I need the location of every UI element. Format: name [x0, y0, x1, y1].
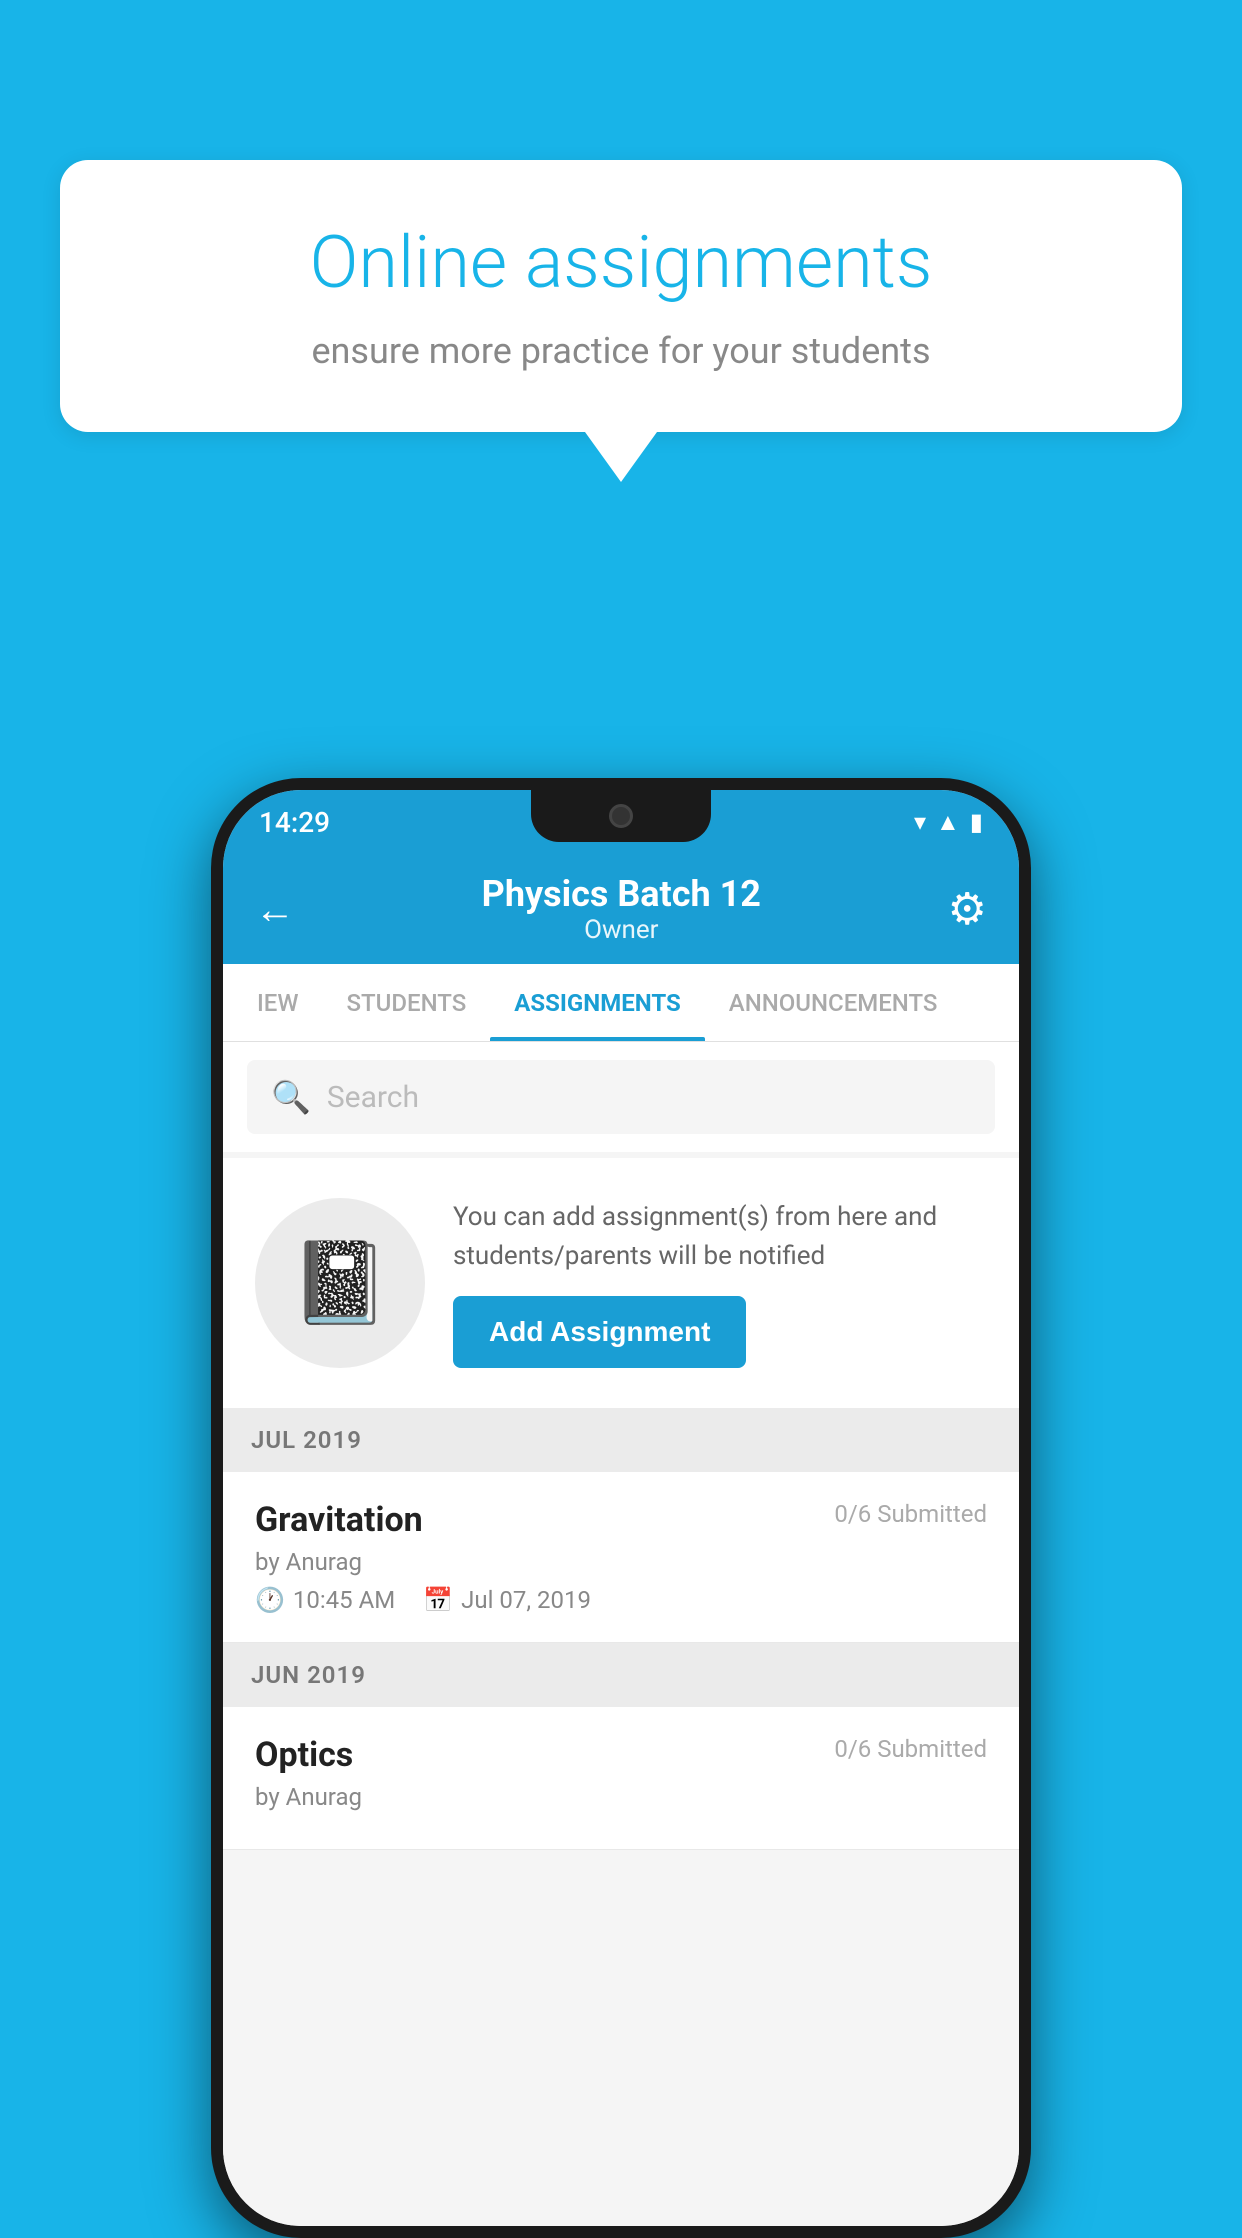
promo-icon-circle: 📓 [255, 1198, 425, 1368]
assignment-name: Gravitation [255, 1500, 423, 1540]
wifi-icon: ▾ [914, 808, 926, 836]
signal-icon: ▲ [936, 808, 960, 837]
status-icons: ▾ ▲ ▮ [914, 808, 983, 837]
assignment-time: 🕐 10:45 AM [255, 1586, 395, 1614]
header-center: Physics Batch 12 Owner [482, 873, 761, 945]
speech-bubble-container: Online assignments ensure more practice … [60, 160, 1182, 482]
back-button[interactable]: ← [255, 886, 295, 933]
add-assignment-button[interactable]: Add Assignment [453, 1296, 746, 1368]
tab-assignments[interactable]: ASSIGNMENTS [490, 964, 705, 1041]
assignment-by-optics: by Anurag [255, 1783, 987, 1811]
assignment-submitted-optics: 0/6 Submitted [834, 1735, 987, 1763]
phone-screen: 14:29 ▾ ▲ ▮ ← Physics Batch 12 Owner ⚙ I… [223, 790, 1019, 2226]
clock-icon: 🕐 [255, 1586, 285, 1614]
speech-bubble: Online assignments ensure more practice … [60, 160, 1182, 432]
assignment-row1-optics: Optics 0/6 Submitted [255, 1735, 987, 1775]
promo-card: 📓 You can add assignment(s) from here an… [223, 1158, 1019, 1408]
assignment-date: 📅 Jul 07, 2019 [423, 1586, 591, 1614]
assignment-item-optics[interactable]: Optics 0/6 Submitted by Anurag [223, 1707, 1019, 1850]
notebook-icon: 📓 [290, 1236, 390, 1330]
time-value: 10:45 AM [293, 1586, 395, 1614]
promo-text-block: You can add assignment(s) from here and … [453, 1198, 987, 1368]
assignment-by: by Anurag [255, 1548, 987, 1576]
phone-frame: 14:29 ▾ ▲ ▮ ← Physics Batch 12 Owner ⚙ I… [211, 778, 1031, 2238]
search-bar-wrapper: 🔍 Search [223, 1042, 1019, 1152]
status-time: 14:29 [259, 806, 330, 839]
assignment-submitted: 0/6 Submitted [834, 1500, 987, 1528]
tab-iew[interactable]: IEW [233, 964, 322, 1041]
assignment-item-gravitation[interactable]: Gravitation 0/6 Submitted by Anurag 🕐 10… [223, 1472, 1019, 1643]
promo-description: You can add assignment(s) from here and … [453, 1198, 987, 1276]
speech-bubble-tail [585, 432, 657, 482]
content-area: 🔍 Search 📓 You can add assignment(s) fro… [223, 1042, 1019, 2226]
phone-notch [531, 790, 711, 842]
battery-icon: ▮ [970, 808, 983, 836]
header-title: Physics Batch 12 [482, 873, 761, 915]
search-icon: 🔍 [271, 1078, 311, 1116]
assignment-name-optics: Optics [255, 1735, 353, 1775]
app-header: ← Physics Batch 12 Owner ⚙ [223, 854, 1019, 964]
header-subtitle: Owner [482, 915, 761, 945]
search-bar[interactable]: 🔍 Search [247, 1060, 995, 1134]
calendar-icon: 📅 [423, 1586, 453, 1614]
settings-icon[interactable]: ⚙ [948, 883, 987, 935]
speech-bubble-subtitle: ensure more practice for your students [130, 330, 1112, 372]
date-value: Jul 07, 2019 [461, 1586, 591, 1614]
section-header-jun: JUN 2019 [223, 1643, 1019, 1707]
tab-students[interactable]: STUDENTS [322, 964, 490, 1041]
search-placeholder: Search [327, 1080, 419, 1115]
assignment-row1: Gravitation 0/6 Submitted [255, 1500, 987, 1540]
assignment-meta: 🕐 10:45 AM 📅 Jul 07, 2019 [255, 1586, 987, 1614]
section-header-jul: JUL 2019 [223, 1408, 1019, 1472]
tabs-bar: IEW STUDENTS ASSIGNMENTS ANNOUNCEMENTS [223, 964, 1019, 1042]
front-camera [609, 804, 633, 828]
speech-bubble-title: Online assignments [130, 220, 1112, 306]
tab-announcements[interactable]: ANNOUNCEMENTS [705, 964, 962, 1041]
